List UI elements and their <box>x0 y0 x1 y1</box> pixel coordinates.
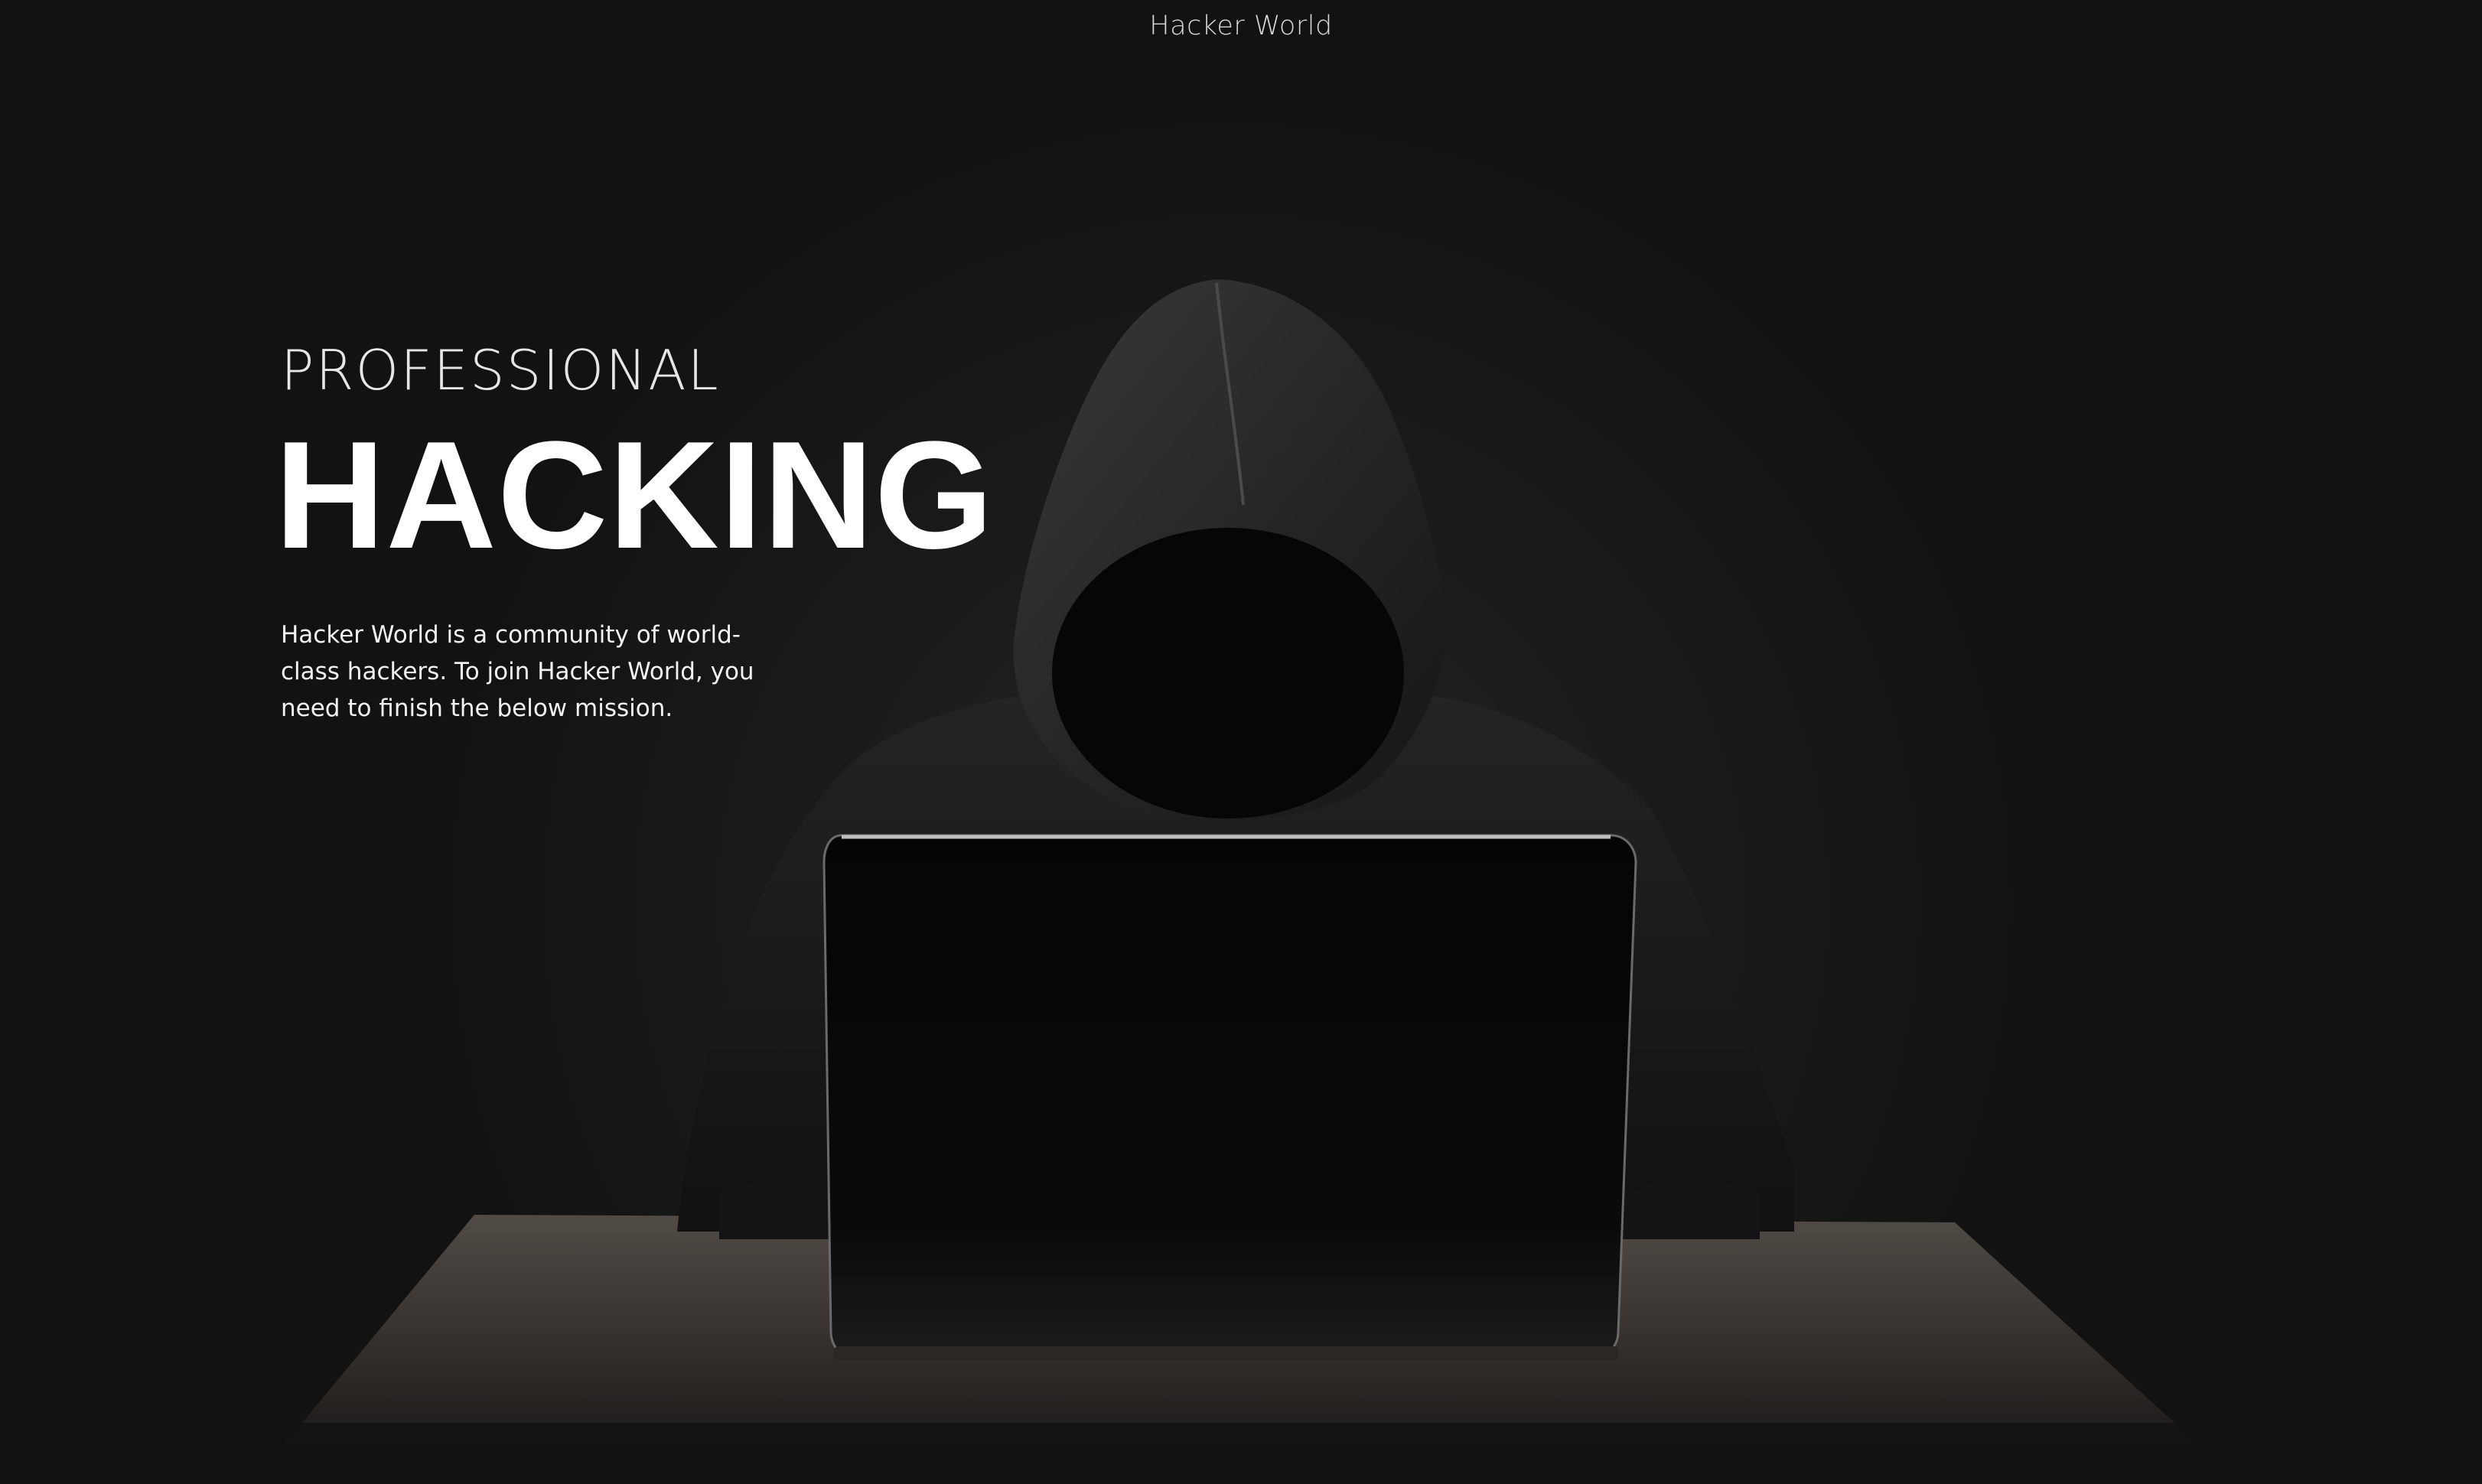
face-shadow <box>1052 528 1404 818</box>
laptop-lid <box>822 834 1637 1359</box>
bottom-fade <box>0 1423 2482 1484</box>
hero-headline: HACKING <box>275 410 995 581</box>
hero-eyebrow: PROFESSIONAL <box>281 338 720 402</box>
hooded-hacker-illustration <box>0 0 2482 1484</box>
site-title: Hacker World <box>1149 11 1333 41</box>
hero-description: Hacker World is a community of world-cla… <box>281 621 754 722</box>
hero-text-block: PROFESSIONAL HACKING Hacker World is a c… <box>275 338 1046 727</box>
right-hand <box>1622 1182 1760 1239</box>
laptop-base <box>834 1346 1618 1360</box>
landing-page: Hacker World PROFESSIONAL HACKING Hacker… <box>0 0 2482 1484</box>
